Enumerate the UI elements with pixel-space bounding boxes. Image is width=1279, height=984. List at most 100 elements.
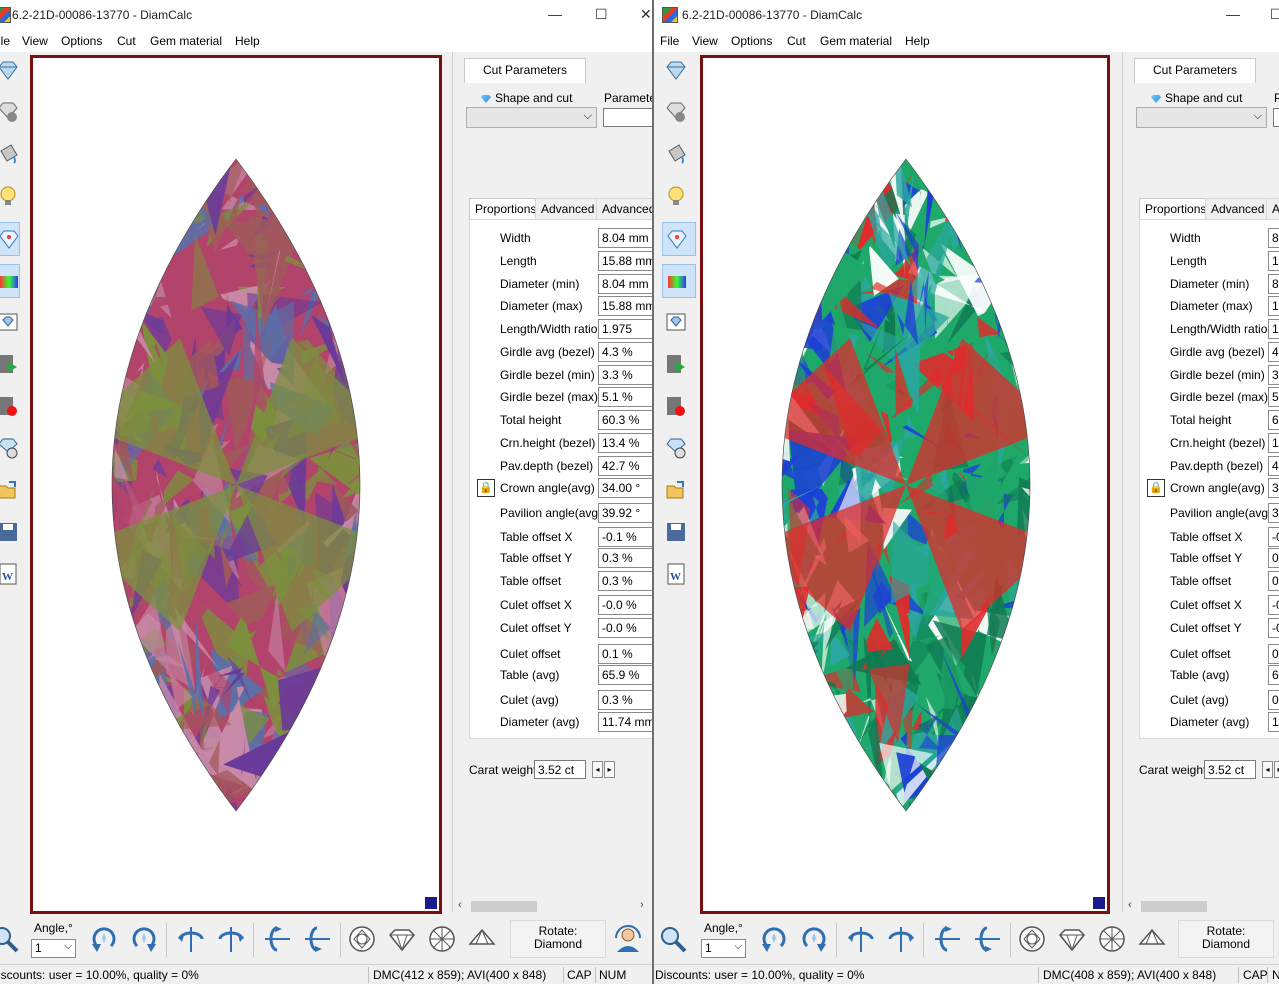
shape-and-cut-select[interactable]: ⌵ xyxy=(1136,107,1267,128)
word-export-tool[interactable]: W xyxy=(0,558,20,592)
diamond-view-tool[interactable] xyxy=(0,54,20,88)
flip-vertical-up-icon[interactable] xyxy=(262,924,292,954)
minimize-icon[interactable]: — xyxy=(1226,6,1240,22)
save-tool[interactable] xyxy=(662,516,696,550)
param-value-input[interactable]: 15 xyxy=(1268,251,1279,271)
paint-tool[interactable] xyxy=(662,138,696,172)
param-value-input[interactable]: 0.3 % xyxy=(598,690,652,710)
gem-sphere-tool[interactable] xyxy=(0,96,20,130)
tab-advanced-1[interactable]: Advanced xyxy=(535,198,601,220)
param-value-input[interactable]: -0. xyxy=(1268,527,1279,547)
record-video-tool[interactable] xyxy=(0,390,20,424)
parameter-input[interactable] xyxy=(603,108,652,127)
param-value-input[interactable]: -0.0 % xyxy=(598,595,652,615)
menu-view[interactable]: View xyxy=(692,34,718,48)
diamond-viewport[interactable] xyxy=(700,55,1110,914)
param-value-input[interactable]: 39 xyxy=(1268,503,1279,523)
flip-vertical-down-icon[interactable] xyxy=(302,924,332,954)
param-value-input[interactable]: 15 xyxy=(1268,296,1279,316)
panel-horizontal-scrollbar[interactable]: ‹ xyxy=(1125,898,1279,915)
scene-tool[interactable] xyxy=(0,222,20,256)
play-video-tool[interactable] xyxy=(662,348,696,382)
param-value-input[interactable]: 65 xyxy=(1268,665,1279,685)
light-tool[interactable] xyxy=(0,180,20,214)
tab-cut-parameters[interactable]: Cut Parameters xyxy=(464,58,586,83)
scene-tool[interactable] xyxy=(662,222,696,256)
param-value-input[interactable]: 0.3 xyxy=(1268,548,1279,568)
param-value-input[interactable]: 1.9 xyxy=(1268,319,1279,339)
param-value-input[interactable]: 4.3 xyxy=(1268,342,1279,362)
flip-horizontal-right-icon[interactable] xyxy=(216,924,246,954)
param-value-input[interactable]: 8.04 mm xyxy=(598,274,652,294)
param-value-input[interactable]: 13 xyxy=(1268,433,1279,453)
scroll-right-icon[interactable]: › xyxy=(640,899,644,911)
spectrum-tool[interactable] xyxy=(662,264,696,298)
tab-advanced-2[interactable]: Advanced xyxy=(596,198,652,220)
scrollbar-thumb[interactable] xyxy=(471,901,537,912)
param-value-input[interactable]: 11 xyxy=(1268,712,1279,732)
shape-and-cut-select[interactable]: ⌵ xyxy=(466,107,597,128)
param-value-input[interactable]: 13.4 % xyxy=(598,433,652,453)
carat-increase-button[interactable]: ▸ xyxy=(1274,761,1279,778)
cut-tool[interactable] xyxy=(0,432,20,466)
param-value-input[interactable]: 60 xyxy=(1268,410,1279,430)
param-value-input[interactable]: 42.7 % xyxy=(598,456,652,476)
menu-options[interactable]: Options xyxy=(61,34,102,48)
menu-options[interactable]: Options xyxy=(731,34,772,48)
rotate-ccw-icon[interactable] xyxy=(89,924,119,954)
top-view-icon[interactable] xyxy=(1017,924,1047,954)
param-value-input[interactable]: 39.92 ° xyxy=(598,503,652,523)
param-value-input[interactable]: 0.1 xyxy=(1268,644,1279,664)
menu-cut[interactable]: Cut xyxy=(787,34,806,48)
scroll-left-icon[interactable]: ‹ xyxy=(458,899,462,911)
pavilion-view-icon[interactable] xyxy=(467,924,497,954)
tab-proportions[interactable]: Proportions xyxy=(1139,198,1213,220)
photo-tool[interactable] xyxy=(0,306,20,340)
param-value-input[interactable]: 1.975 xyxy=(598,319,652,339)
flip-horizontal-left-icon[interactable] xyxy=(176,924,206,954)
word-export-tool[interactable]: W xyxy=(662,558,696,592)
close-icon[interactable]: ✕ xyxy=(640,6,652,23)
menu-cut[interactable]: Cut xyxy=(117,34,136,48)
flip-horizontal-right-icon[interactable] xyxy=(886,924,916,954)
carat-weight-input[interactable]: 3.52 ct xyxy=(1204,760,1256,779)
light-tool[interactable] xyxy=(662,180,696,214)
flip-vertical-down-icon[interactable] xyxy=(972,924,1002,954)
param-value-input[interactable]: 8.0 xyxy=(1268,228,1279,248)
tab-advanced-2[interactable]: Ad xyxy=(1266,198,1279,220)
param-value-input[interactable]: -0. xyxy=(1268,618,1279,638)
open-file-tool[interactable] xyxy=(662,474,696,508)
param-value-input[interactable]: -0. xyxy=(1268,595,1279,615)
diamond-view-tool[interactable] xyxy=(662,54,696,88)
menu-help[interactable]: Help xyxy=(235,34,260,48)
param-value-input[interactable]: 11.74 mm xyxy=(598,712,652,732)
carat-weight-input[interactable]: 3.52 ct xyxy=(534,760,586,779)
param-value-input[interactable]: 42 xyxy=(1268,456,1279,476)
param-value-input[interactable]: 3.3 % xyxy=(598,365,652,385)
menu-view[interactable]: View xyxy=(22,34,48,48)
param-value-input[interactable]: 34.00 ° xyxy=(598,478,652,498)
param-value-input[interactable]: 34 xyxy=(1268,478,1279,498)
scroll-left-icon[interactable]: ‹ xyxy=(1128,899,1132,911)
param-value-input[interactable]: 0.3 % xyxy=(598,571,652,591)
zoom-icon[interactable] xyxy=(658,924,688,954)
play-video-tool[interactable] xyxy=(0,348,20,382)
param-value-input[interactable]: 15.88 mm xyxy=(598,251,652,271)
param-value-input[interactable]: 8.04 mm xyxy=(598,228,652,248)
spectrum-tool[interactable] xyxy=(0,264,20,298)
tab-proportions[interactable]: Proportions xyxy=(469,198,543,220)
menu-gem-material[interactable]: Gem material xyxy=(150,34,222,48)
tab-cut-parameters[interactable]: Cut Parameters xyxy=(1134,58,1256,83)
menu-help[interactable]: Help xyxy=(905,34,930,48)
param-value-input[interactable]: 60.3 % xyxy=(598,410,652,430)
maximize-icon[interactable]: ☐ xyxy=(595,6,608,23)
minimize-icon[interactable]: — xyxy=(548,6,562,22)
gem-sphere-tool[interactable] xyxy=(662,96,696,130)
flip-horizontal-left-icon[interactable] xyxy=(846,924,876,954)
param-value-input[interactable]: 0.3 xyxy=(1268,571,1279,591)
rotate-cw-icon[interactable] xyxy=(799,924,829,954)
angle-select[interactable]: 1 ⌵ xyxy=(31,939,76,958)
param-value-input[interactable]: 8.0 xyxy=(1268,274,1279,294)
bottom-view-icon[interactable] xyxy=(1097,924,1127,954)
panel-horizontal-scrollbar[interactable]: ‹ › xyxy=(455,898,652,915)
